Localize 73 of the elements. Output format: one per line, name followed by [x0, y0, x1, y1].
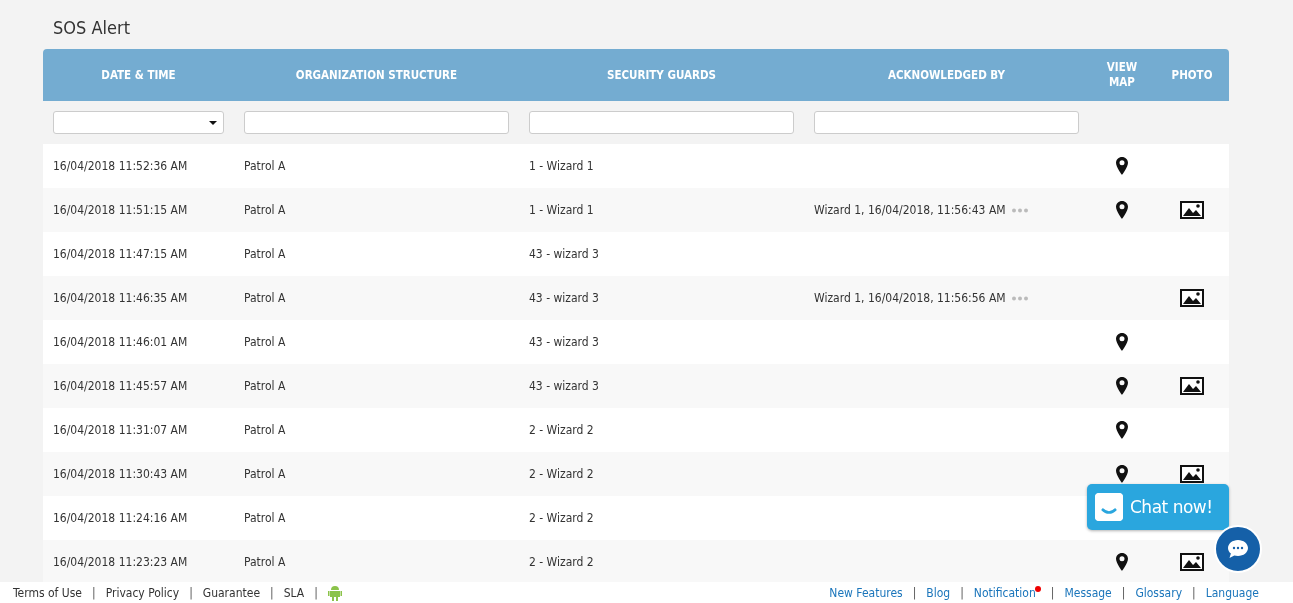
separator: |	[92, 585, 96, 600]
date-time-cell-text: 16/04/2018 11:23:23 AM	[52, 555, 189, 569]
dropdown-field[interactable]	[53, 111, 224, 134]
filter-input-field[interactable]	[529, 111, 794, 134]
date-time-cell-text: 16/04/2018 11:24:16 AM	[52, 511, 189, 525]
guard-cell-text: 43 - wizard 3	[528, 291, 600, 305]
footer-link[interactable]: Notification	[973, 585, 1036, 600]
guard-cell-text: 2 - Wizard 2	[528, 467, 595, 481]
map-pin-icon[interactable]	[1116, 377, 1128, 395]
date-time-cell-text: 16/04/2018 11:51:15 AM	[52, 203, 189, 217]
organization-cell-text: Patrol A	[243, 423, 287, 437]
date-time-cell-text: 16/04/2018 11:46:35 AM	[52, 291, 189, 305]
organization-cell-text: Patrol A	[243, 555, 287, 569]
caret-icon	[209, 120, 217, 125]
date-time-cell-text: 16/04/2018 11:31:07 AM	[52, 423, 189, 437]
organization-cell-text: Patrol A	[243, 159, 287, 173]
guard-cell-text: 1 - Wizard 1	[528, 203, 595, 217]
map-pin-icon[interactable]	[1116, 157, 1128, 175]
guard-cell-text: 2 - Wizard 2	[528, 511, 595, 525]
image-icon[interactable]	[1180, 377, 1204, 395]
separator: |	[960, 585, 964, 600]
guard-cell-text: 1 - Wizard 1	[528, 159, 595, 173]
map-pin-icon[interactable]	[1116, 201, 1128, 219]
organization-cell-text: Patrol A	[243, 335, 287, 349]
date-time-cell-text: 16/04/2018 11:45:57 AM	[52, 379, 189, 393]
organization-cell-text: Patrol A	[243, 379, 287, 393]
map-pin-icon[interactable]	[1116, 553, 1128, 571]
footer-link[interactable]: Guarantee	[202, 585, 261, 600]
guard-cell-text: 43 - wizard 3	[528, 247, 600, 261]
separator: |	[270, 585, 274, 600]
filter-input-field[interactable]	[244, 111, 509, 134]
image-icon[interactable]	[1180, 289, 1204, 307]
guard-cell-text: 43 - wizard 3	[528, 379, 600, 393]
footer-link[interactable]: Privacy Policy	[105, 585, 180, 600]
organization-cell-text: Patrol A	[243, 203, 287, 217]
map-pin-icon[interactable]	[1116, 421, 1128, 439]
chat-launcher-button[interactable]	[1214, 525, 1262, 573]
image-icon[interactable]	[1180, 465, 1204, 483]
separator: |	[1192, 585, 1196, 600]
footer-link[interactable]: Terms of Use	[13, 585, 82, 600]
chat-bubble-icon	[1227, 539, 1249, 559]
separator: |	[912, 585, 917, 600]
page-title: SOS Alert	[52, 16, 131, 40]
organization-cell-text: Patrol A	[243, 291, 287, 305]
separator: |	[314, 585, 318, 600]
image-icon[interactable]	[1180, 553, 1204, 571]
footer-link[interactable]: Message	[1064, 585, 1112, 600]
filter-input-field[interactable]	[814, 111, 1079, 134]
acknowledged-cell: Wizard 1, 16/04/2018, 11:56:56 AM	[814, 291, 1006, 305]
footer-link[interactable]: New Features	[829, 585, 903, 600]
date-time-cell-text: 16/04/2018 11:46:01 AM	[52, 335, 189, 349]
footer-link[interactable]: Language	[1205, 585, 1259, 600]
acknowledged-cell: Wizard 1, 16/04/2018, 11:56:43 AM	[814, 203, 1006, 217]
separator: |	[1050, 585, 1055, 600]
organization-cell-text: Patrol A	[243, 247, 287, 261]
organization-cell-text: Patrol A	[243, 467, 287, 481]
footer-link[interactable]: Glossary	[1135, 585, 1183, 600]
image-icon[interactable]	[1180, 201, 1204, 219]
smiley-icon	[1095, 493, 1123, 521]
guard-cell-text: 2 - Wizard 2	[528, 555, 595, 569]
date-time-cell-text: 16/04/2018 11:52:36 AM	[52, 159, 189, 173]
map-pin-icon[interactable]	[1116, 465, 1128, 483]
footer-link[interactable]: Blog	[926, 585, 951, 600]
guard-cell-text: 43 - wizard 3	[528, 335, 600, 349]
separator: |	[1121, 585, 1126, 600]
separator: |	[189, 585, 193, 600]
date-time-cell-text: 16/04/2018 11:47:15 AM	[52, 247, 189, 261]
chat-now-button[interactable]: Chat now!	[1087, 484, 1229, 530]
date-time-cell-text: 16/04/2018 11:30:43 AM	[52, 467, 189, 481]
map-pin-icon[interactable]	[1116, 333, 1128, 351]
organization-cell-text: Patrol A	[243, 511, 287, 525]
footer-link[interactable]: SLA	[283, 585, 305, 600]
guard-cell-text: 2 - Wizard 2	[528, 423, 595, 437]
